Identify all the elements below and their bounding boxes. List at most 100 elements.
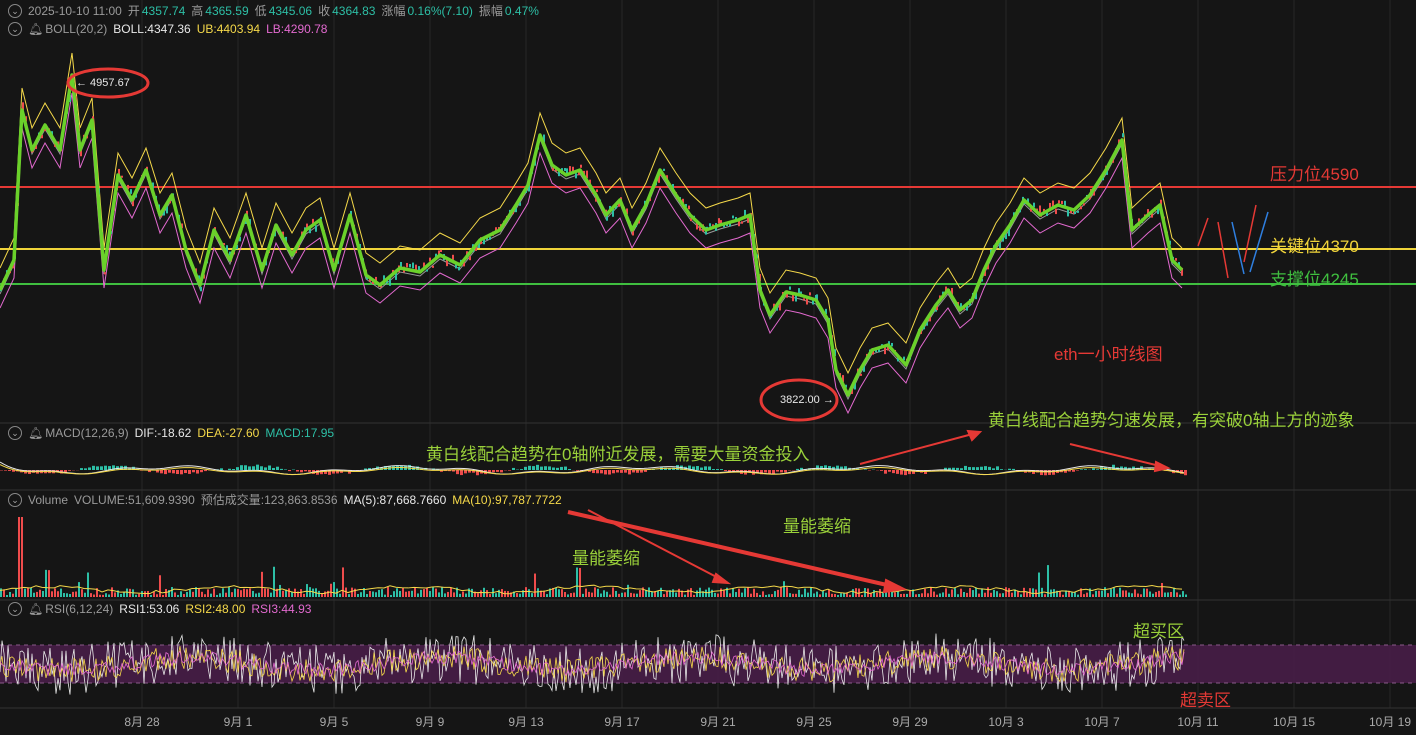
volume-bar [588,591,590,597]
volume-bar [30,587,32,597]
indicator-name[interactable]: MACD(12,26,9) [45,425,128,441]
volume-bar [306,584,308,597]
volume-bar [966,592,968,597]
volume-bar [381,589,383,597]
volume-bar [171,587,173,597]
volume-bar [447,591,449,597]
volume-bar [675,592,677,597]
macd-histogram-bar [200,470,203,473]
close-value: 4364.83 [332,4,376,18]
volume-bar [69,594,71,597]
volume-bar [615,590,617,597]
x-tick: 10月 11 [1177,715,1219,729]
volume-bar [60,588,62,597]
volume-bar [81,589,83,597]
macd-histogram-bar [236,467,239,470]
key-level-label: 关键位4370 [1270,237,1359,256]
collapse-chevron-icon[interactable]: ⌄ [8,22,22,36]
candlestick [663,168,665,171]
volume-bar [180,591,182,597]
macd-histogram-bar [172,470,175,474]
high-value: 4365.59 [205,4,249,18]
alarm-bell-icon[interactable]: 🔔︎ [28,601,43,617]
macd-histogram-bar [884,470,887,474]
volume-bar [756,592,758,597]
volume-bar [984,592,986,597]
volume-bar [648,587,650,597]
volume-bar [48,570,50,597]
volume-bar [585,588,587,597]
macd-histogram-bar [268,465,271,470]
volume-bar [723,590,725,597]
volume-bar [462,591,464,597]
macd-histogram-bar [592,470,595,474]
volume-bar [57,591,59,597]
ohlc-legend: ⌄ 2025-10-10 11:00 开 4357.74 高 4365.59 低 43… [0,3,545,19]
volume-bar [822,590,824,597]
bar-datetime: 2025-10-10 11:00 [28,4,122,18]
indicator-name[interactable]: Volume [28,492,68,508]
volume-bar [1017,591,1019,597]
volume-bar [18,517,20,597]
x-tick: 9月 1 [223,715,253,729]
volume-bar [819,594,821,597]
volume-bar [807,592,809,597]
volume-bar [987,587,989,597]
macd-histogram-bar [180,470,183,475]
volume-bar [543,591,545,597]
volume-bar [924,588,926,597]
collapse-chevron-icon[interactable]: ⌄ [8,602,22,616]
volume-bar [1095,590,1097,597]
volume-bar [993,589,995,597]
macd-histogram-bar [256,464,259,470]
collapse-chevron-icon[interactable]: ⌄ [8,493,22,507]
volume-bar [933,591,935,597]
volume-bar [159,575,161,597]
volume-bar [153,591,155,597]
alarm-bell-icon[interactable]: 🔔︎ [28,21,43,37]
volume-bar [1161,582,1163,597]
macd-histogram-bar [240,465,243,470]
volume-bar [240,590,242,597]
indicator-name[interactable]: BOLL(20,2) [45,21,107,37]
volume-bar [9,592,11,597]
volume-bar [39,589,41,597]
volume-bar [12,593,14,597]
macd-histogram-bar [864,469,867,470]
alarm-bell-icon[interactable]: 🔔︎ [28,425,43,441]
rsi-legend: ⌄ 🔔︎ RSI(6,12,24) RSI1:53.06 RSI2:48.00 … [0,601,317,617]
volume-value: VOLUME:51,609.9390 [74,493,195,507]
collapse-chevron-icon[interactable]: ⌄ [8,4,22,18]
volume-bar [369,590,371,597]
volume-bar [348,594,350,597]
volume-bar [627,584,629,597]
volume-bar [816,591,818,597]
volume-bar [1176,592,1178,597]
macd-histogram-bar [4,470,7,471]
volume-bar [1077,594,1079,597]
change-value: 0.16%(7.10) [407,4,473,18]
macd-histogram-bar [624,470,627,473]
volume-bar [21,517,23,597]
volume-bar [204,594,206,597]
volume-bar [1122,590,1124,597]
volume-bar [1173,587,1175,597]
volume-bar [666,590,668,597]
macd-histogram-bar [564,466,567,470]
volume-bar [210,593,212,597]
volume-bar [42,590,44,597]
volume-bar [1083,594,1085,597]
collapse-chevron-icon[interactable]: ⌄ [8,426,22,440]
volume-bar [411,590,413,597]
x-tick: 9月 25 [796,715,832,729]
candlestick [1074,211,1076,215]
volume-ma5: MA(5):87,668.7660 [343,493,447,507]
volume-bar [324,591,326,597]
volume-bar [150,594,152,597]
macd-histogram-bar [196,470,199,474]
indicator-name[interactable]: RSI(6,12,24) [45,601,113,617]
price-chart[interactable] [0,0,1416,735]
volume-bar [525,587,527,597]
macd-histogram-bar [88,467,91,470]
volume-bar [810,587,812,597]
